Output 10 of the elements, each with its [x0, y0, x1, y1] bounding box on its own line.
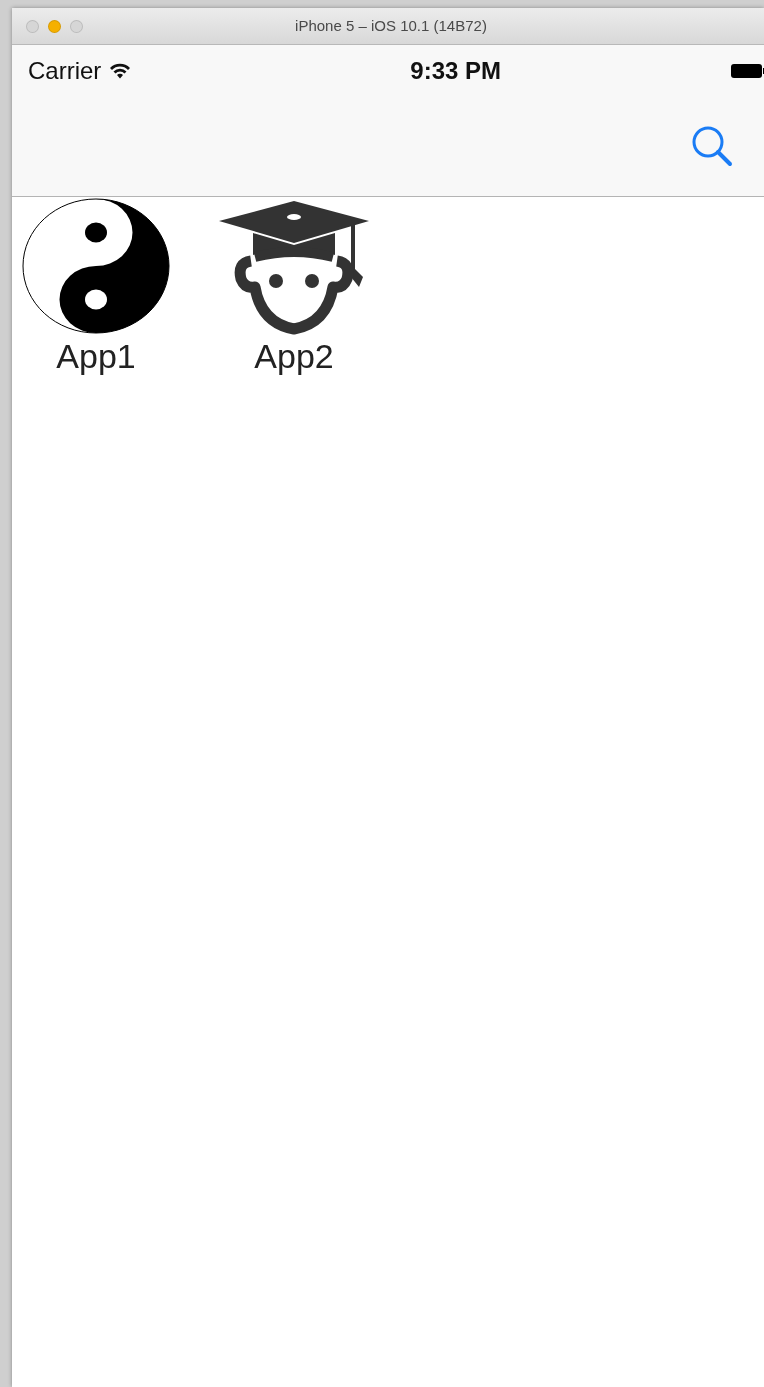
yin-yang-icon[interactable] — [21, 197, 171, 335]
status-time: 9:33 PM — [410, 56, 501, 85]
battery-icon — [730, 62, 764, 79]
app-label: App2 — [254, 337, 334, 376]
window-control-button[interactable] — [48, 19, 61, 33]
app-label: App1 — [56, 337, 136, 376]
window-title: iPhone 5 – iOS 10.1 (14B72) — [294, 17, 487, 34]
wifi-icon — [109, 62, 132, 79]
carrier-label: Carrier — [28, 56, 102, 85]
search-icon[interactable] — [690, 124, 734, 168]
